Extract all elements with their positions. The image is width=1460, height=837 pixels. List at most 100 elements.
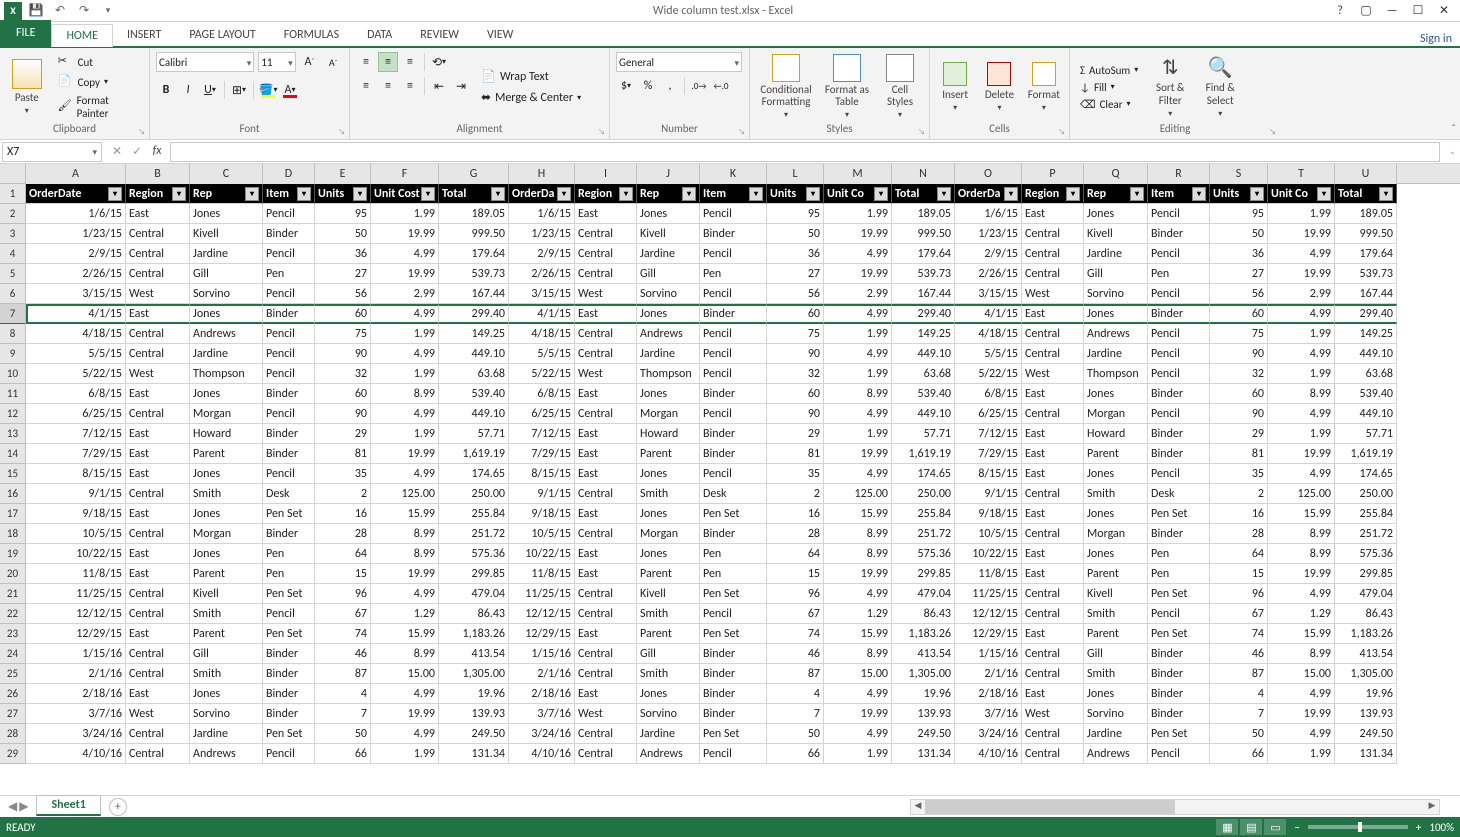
cell[interactable]: 4/10/16: [955, 744, 1022, 764]
cell[interactable]: 90: [767, 404, 824, 424]
cell[interactable]: 32: [315, 364, 371, 384]
cell[interactable]: Binder: [700, 704, 767, 724]
cell[interactable]: 96: [315, 584, 371, 604]
cell[interactable]: 9/18/15: [955, 504, 1022, 524]
orientation-icon[interactable]: ⟲▾: [429, 52, 449, 72]
column-header[interactable]: N: [892, 164, 955, 184]
cell[interactable]: Pencil: [263, 284, 315, 304]
cell[interactable]: East: [1022, 384, 1084, 404]
cell[interactable]: 19.99: [371, 564, 439, 584]
cell[interactable]: Kivell: [637, 224, 700, 244]
cell[interactable]: Pencil: [263, 204, 315, 224]
cell[interactable]: Sorvino: [190, 704, 263, 724]
expand-formula-icon[interactable]: ⌄: [1444, 146, 1460, 157]
cell[interactable]: Central: [1022, 404, 1084, 424]
cell[interactable]: Jardine: [637, 344, 700, 364]
cell[interactable]: Central: [126, 264, 190, 284]
tab-insert[interactable]: INSERT: [113, 23, 175, 46]
cell[interactable]: 449.10: [1335, 344, 1397, 364]
cell[interactable]: 64: [767, 544, 824, 564]
cell[interactable]: 11/25/15: [26, 584, 126, 604]
cell[interactable]: 19.99: [371, 444, 439, 464]
cell[interactable]: OrderDate▾: [26, 184, 126, 204]
cell[interactable]: 5/5/15: [26, 344, 126, 364]
cell[interactable]: 1.99: [371, 204, 439, 224]
cell[interactable]: 50: [767, 724, 824, 744]
cell[interactable]: 575.36: [439, 544, 509, 564]
cell[interactable]: 57.71: [892, 424, 955, 444]
row-header[interactable]: 22: [0, 604, 25, 624]
cell[interactable]: 75: [1210, 324, 1268, 344]
cell[interactable]: Andrews: [190, 324, 263, 344]
find-select-button[interactable]: 🔍Find & Select▾: [1198, 52, 1242, 122]
cell[interactable]: 449.10: [1335, 404, 1397, 424]
row-header[interactable]: 3: [0, 224, 25, 244]
cell[interactable]: 67: [767, 604, 824, 624]
cell[interactable]: 8.99: [371, 644, 439, 664]
scroll-right-icon[interactable]: ▶: [1425, 800, 1439, 814]
row-header[interactable]: 29: [0, 744, 25, 764]
cell[interactable]: Pencil: [263, 244, 315, 264]
cell[interactable]: 28: [767, 524, 824, 544]
cell[interactable]: 1,305.00: [892, 664, 955, 684]
cell[interactable]: Sorvino: [190, 284, 263, 304]
align-right-icon[interactable]: ≡: [400, 76, 420, 96]
cell[interactable]: Binder: [700, 684, 767, 704]
cell[interactable]: 11/8/15: [955, 564, 1022, 584]
filter-dropdown-icon[interactable]: ▾: [749, 187, 763, 201]
cell[interactable]: 66: [767, 744, 824, 764]
cell[interactable]: 2.99: [371, 284, 439, 304]
cell[interactable]: East: [575, 424, 637, 444]
cell[interactable]: 46: [315, 644, 371, 664]
cell[interactable]: 5/22/15: [509, 364, 575, 384]
cell[interactable]: Pencil: [1148, 284, 1210, 304]
comma-button[interactable]: ,: [660, 76, 680, 96]
cell[interactable]: Thompson: [190, 364, 263, 384]
cell[interactable]: Units▾: [1210, 184, 1268, 204]
cell[interactable]: 2/18/16: [26, 684, 126, 704]
cell[interactable]: Central: [126, 584, 190, 604]
cell[interactable]: 179.64: [439, 244, 509, 264]
cell[interactable]: 50: [315, 224, 371, 244]
filter-dropdown-icon[interactable]: ▾: [1192, 187, 1206, 201]
cell[interactable]: 8.99: [1268, 544, 1335, 564]
cell[interactable]: Pen: [1148, 544, 1210, 564]
cell[interactable]: East: [1022, 204, 1084, 224]
cell[interactable]: 4.99: [371, 684, 439, 704]
cell[interactable]: 19.99: [824, 224, 892, 244]
cell[interactable]: 4/1/15: [26, 304, 126, 324]
cell[interactable]: Binder: [1148, 704, 1210, 724]
cell[interactable]: 4.99: [1268, 404, 1335, 424]
cell[interactable]: 29: [1210, 424, 1268, 444]
cell[interactable]: 10/5/15: [509, 524, 575, 544]
cell[interactable]: Binder: [1148, 524, 1210, 544]
cell[interactable]: 7: [767, 704, 824, 724]
cell[interactable]: 125.00: [824, 484, 892, 504]
cell[interactable]: 11/8/15: [26, 564, 126, 584]
cell[interactable]: 19.96: [892, 684, 955, 704]
tab-view[interactable]: VIEW: [473, 23, 527, 46]
cell[interactable]: 8.99: [824, 544, 892, 564]
cell[interactable]: 4.99: [371, 244, 439, 264]
cell[interactable]: Jones: [1084, 304, 1148, 324]
cell[interactable]: 36: [315, 244, 371, 264]
cell[interactable]: Binder: [700, 644, 767, 664]
scroll-left-icon[interactable]: ◀: [911, 800, 925, 814]
cell[interactable]: 251.72: [1335, 524, 1397, 544]
cell[interactable]: Central: [1022, 664, 1084, 684]
cell[interactable]: Sorvino: [637, 284, 700, 304]
cell[interactable]: 8.99: [824, 644, 892, 664]
cell[interactable]: 90: [315, 404, 371, 424]
delete-cells-button[interactable]: Delete▾: [980, 52, 1018, 122]
cell[interactable]: Central: [126, 724, 190, 744]
cell[interactable]: Central: [575, 344, 637, 364]
filter-dropdown-icon[interactable]: ▾: [421, 187, 435, 201]
cell[interactable]: Binder: [263, 664, 315, 684]
cell[interactable]: 27: [767, 264, 824, 284]
cell[interactable]: East: [575, 564, 637, 584]
cell[interactable]: 2/26/15: [509, 264, 575, 284]
cell[interactable]: 255.84: [439, 504, 509, 524]
insert-cells-button[interactable]: Insert▾: [936, 52, 974, 122]
filter-dropdown-icon[interactable]: ▾: [491, 187, 505, 201]
cell[interactable]: 2: [1210, 484, 1268, 504]
